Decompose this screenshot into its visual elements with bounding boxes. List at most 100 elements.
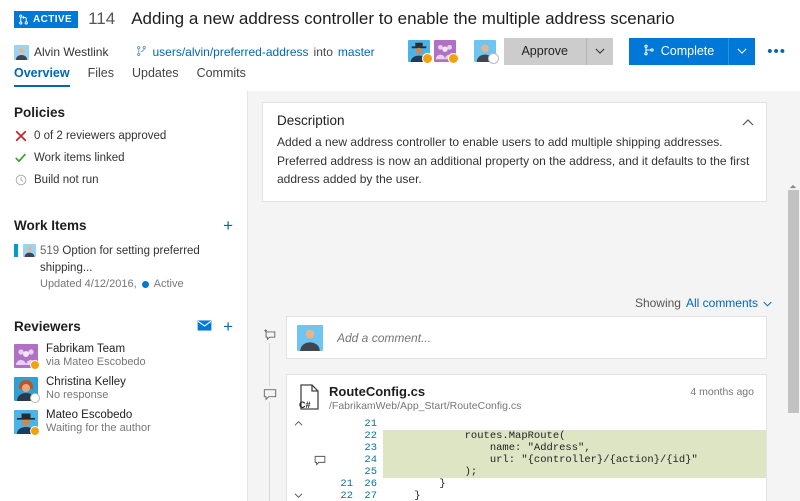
file-header: C# RouteConfig.cs /FabrikamWeb/App_Start…: [287, 375, 766, 418]
policy-label: Build not run: [34, 174, 99, 186]
reviewer-row-mateo-escobedo[interactable]: Mateo Escobedo Waiting for the author: [14, 409, 233, 434]
status-dot-waiting: [422, 53, 433, 64]
add-comment-input[interactable]: [335, 330, 756, 346]
policy-label: Work items linked: [34, 152, 125, 164]
description-text: Added a new address controller to enable…: [277, 133, 752, 189]
reviewer-name: Mateo Escobedo: [46, 409, 151, 421]
diff-old-line-number: 22: [331, 490, 357, 501]
work-item-text: 519 Option for setting preferred shippin…: [40, 245, 200, 274]
expand-down-icon[interactable]: [287, 491, 309, 501]
avatar: [14, 377, 38, 401]
more-actions-button[interactable]: •••: [761, 43, 792, 60]
description-body-wrap: Description Added a new address controll…: [263, 103, 766, 201]
avatar: [14, 344, 38, 368]
diff-row: 25 );: [287, 466, 766, 478]
avatar-reviewer-mateo[interactable]: [408, 40, 430, 62]
tab-files[interactable]: Files: [88, 66, 114, 87]
reviewer-status: via Mateo Escobedo: [46, 356, 146, 368]
work-item-row[interactable]: 519 Option for setting preferred shippin…: [14, 243, 233, 290]
main-scrollbar-track[interactable]: [786, 91, 800, 501]
clock-icon: [14, 173, 27, 186]
description-card: Description Added a new address controll…: [262, 102, 767, 202]
main-content: Description Added a new address controll…: [248, 91, 800, 501]
diff-view: 21 22 routes.MapRoute( 23: [287, 418, 766, 501]
add-reviewer-button[interactable]: +: [223, 318, 233, 335]
complete-button[interactable]: Complete: [629, 38, 729, 65]
main-scrollbar-thumb[interactable]: [788, 190, 799, 413]
tab-overview[interactable]: Overview: [14, 66, 70, 87]
add-comment-timeline-icon: [262, 327, 278, 343]
diff-row: 24 url: "{controller}/{action}/{id}": [287, 454, 766, 466]
avatar-reviewer-fabrikam-team[interactable]: [434, 40, 456, 62]
tab-bar: Overview Files Updates Commits: [14, 66, 246, 87]
add-comment-box[interactable]: [286, 316, 767, 359]
diff-row: 21: [287, 418, 766, 430]
approve-dropdown-button[interactable]: [586, 38, 613, 65]
complete-button-label: Complete: [661, 44, 715, 58]
complete-dropdown-button[interactable]: [728, 38, 755, 65]
diff-code: url: "{controller}/{action}/{id}": [383, 454, 766, 466]
pull-request-icon: [18, 14, 29, 25]
expand-up-icon[interactable]: [287, 419, 309, 429]
reviewers-title: Reviewers: [14, 319, 81, 334]
avatar-reviewer-christina[interactable]: [474, 40, 496, 62]
add-work-item-button[interactable]: +: [223, 217, 233, 234]
work-item-id: 519: [40, 245, 59, 257]
diff-new-line-number: 22: [357, 430, 383, 442]
source-branch-link[interactable]: users/alvin/preferred-address: [152, 45, 308, 59]
chevron-up-icon[interactable]: [742, 115, 754, 129]
reviewer-row-fabrikam-team[interactable]: Fabrikam Team via Mateo Escobedo: [14, 343, 233, 368]
diff-old-line-number: 21: [331, 478, 357, 490]
header-title-row: ACTIVE 114 Adding a new address controll…: [14, 9, 675, 29]
diff-code: }: [383, 490, 766, 501]
diff-row: 21 26 }: [287, 478, 766, 490]
comment-timeline-icon: [262, 386, 278, 402]
reviewer-name: Christina Kelley: [46, 376, 126, 388]
diff-new-line-number: 23: [357, 442, 383, 454]
status-dot-waiting: [30, 360, 40, 370]
thread-timestamp: 4 months ago: [690, 386, 754, 398]
work-items-title: Work Items: [14, 218, 87, 233]
header-actions: Approve Complete •••: [408, 36, 792, 66]
status-dot-no-response: [488, 53, 499, 64]
policy-label: 0 of 2 reviewers approved: [34, 130, 166, 142]
chevron-down-icon[interactable]: [763, 296, 772, 310]
reviewer-avatar-stack: [408, 40, 496, 62]
file-path: /FabrikamWeb/App_Start/RouteConfig.cs: [329, 400, 521, 412]
status-badge-label: ACTIVE: [33, 14, 72, 25]
add-comment-gutter-icon[interactable]: [309, 455, 331, 466]
reviewer-row-christina-kelley[interactable]: Christina Kelley No response: [14, 376, 233, 401]
work-item-meta: Updated 4/12/2016, Active: [40, 278, 233, 290]
work-item-updated: Updated 4/12/2016,: [40, 278, 137, 290]
diff-code: name: "Address",: [383, 442, 766, 454]
description-title: Description: [277, 113, 752, 128]
tab-commits[interactable]: Commits: [197, 66, 246, 87]
target-branch-link[interactable]: master: [338, 45, 375, 59]
work-item-avatar: [23, 244, 36, 257]
diff-row: 22 27 }: [287, 490, 766, 501]
diff-code: }: [383, 478, 766, 490]
chevron-down-icon: [595, 48, 605, 54]
timeline-rail: [269, 331, 270, 501]
diff-new-line-number: 24: [357, 454, 383, 466]
work-item-state-dot: [142, 281, 149, 288]
check-icon: [14, 151, 27, 164]
chevron-down-icon: [737, 48, 747, 54]
avatar-current-user: [297, 325, 323, 351]
diff-new-line-number: 27: [357, 490, 383, 501]
file-name[interactable]: RouteConfig.cs: [329, 384, 521, 399]
scrollbar-up-arrow[interactable]: [788, 183, 798, 190]
diff-code: );: [383, 466, 766, 478]
tab-updates[interactable]: Updates: [132, 66, 179, 87]
diff-new-line-number: 21: [357, 418, 383, 430]
page-title: Adding a new address controller to enabl…: [131, 9, 674, 29]
policy-row-reviewers: 0 of 2 reviewers approved: [14, 129, 233, 142]
csharp-file-icon: C#: [299, 384, 321, 410]
approve-button[interactable]: Approve: [504, 38, 586, 65]
policy-row-workitems: Work items linked: [14, 151, 233, 164]
mail-icon[interactable]: [197, 320, 212, 334]
showing-value-link[interactable]: All comments: [686, 296, 758, 310]
status-dot-no-response: [30, 393, 40, 403]
pull-request-page: ACTIVE 114 Adding a new address controll…: [0, 0, 800, 501]
avatar-author: [14, 45, 29, 60]
